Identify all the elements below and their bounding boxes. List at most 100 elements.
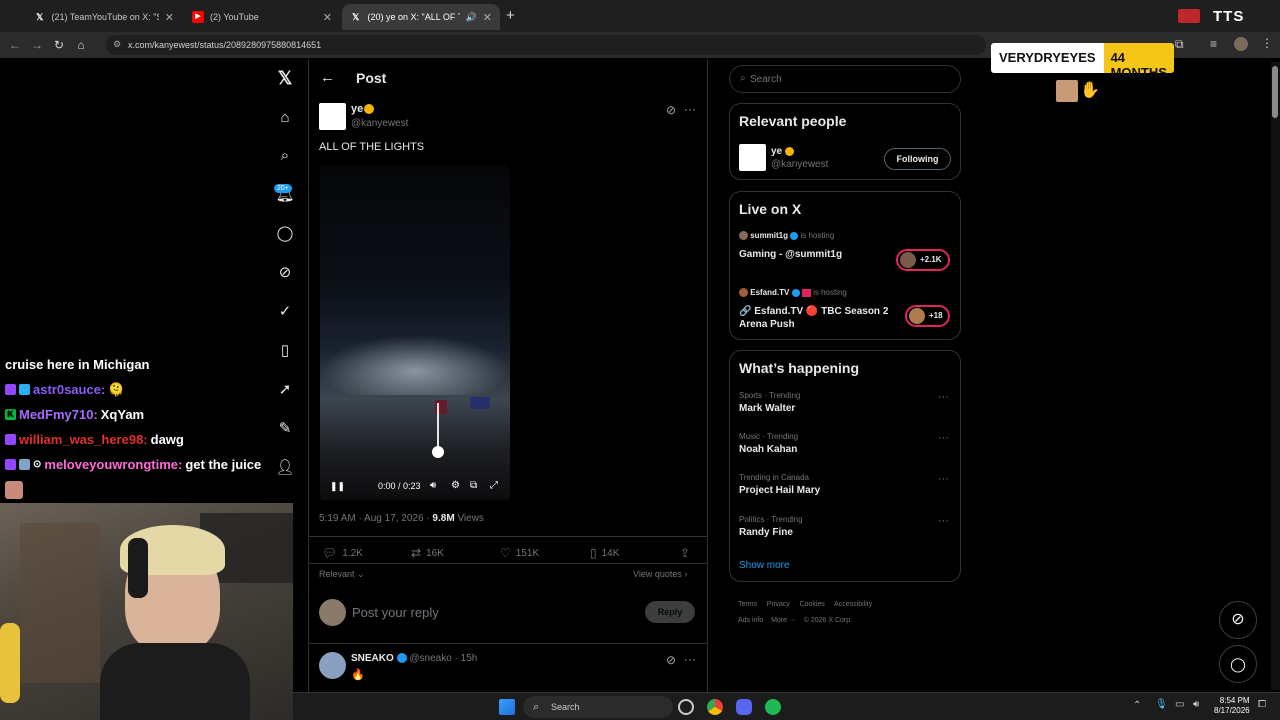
volume-tray-icon[interactable]: 🔊︎ bbox=[1193, 699, 1199, 710]
more-options-icon[interactable]: ··· bbox=[684, 652, 696, 666]
speaker-icon: 🔊 bbox=[465, 11, 477, 22]
reply-author-avatar[interactable] bbox=[319, 652, 346, 679]
trend-item[interactable]: Trending in Canada Project Hail Mary bbox=[739, 473, 820, 496]
reply-action[interactable]: 💬︎ 1.2K bbox=[322, 546, 363, 560]
trend-item[interactable]: Politics · Trending Randy Fine bbox=[739, 515, 803, 538]
bookmark-action[interactable]: ▯ 14K bbox=[590, 546, 619, 560]
footer-cookies[interactable]: Cookies bbox=[799, 601, 824, 608]
notifications-tray-icon[interactable]: ⧠ bbox=[1258, 699, 1266, 710]
site-info-icon[interactable]: ⚙ bbox=[113, 39, 121, 50]
trend-item[interactable]: Sports · Trending Mark Walter bbox=[739, 391, 800, 414]
app-icon[interactable] bbox=[678, 699, 694, 715]
close-icon[interactable]: ✕ bbox=[165, 11, 174, 24]
picture-in-picture-icon[interactable]: ⧉ bbox=[470, 480, 477, 491]
media-control-icon[interactable]: ≡ bbox=[1210, 37, 1217, 51]
reply-author-name[interactable]: SNEAKO bbox=[351, 653, 394, 664]
trend-more-icon[interactable]: ··· bbox=[938, 515, 949, 527]
edit-post-icon[interactable]: ✎ bbox=[274, 418, 296, 440]
verified-orgs-icon[interactable]: ✓ bbox=[274, 301, 296, 323]
profile-icon[interactable]: 👤︎ bbox=[274, 457, 296, 479]
trend-more-icon[interactable]: ··· bbox=[938, 391, 949, 403]
tray-chevron-icon[interactable]: ⌃ bbox=[1133, 700, 1141, 711]
show-more-link[interactable]: Show more bbox=[739, 560, 790, 571]
current-user-avatar[interactable] bbox=[319, 599, 346, 626]
more-options-icon[interactable]: ··· bbox=[684, 102, 696, 116]
spotify-icon[interactable] bbox=[765, 699, 781, 715]
grok-icon[interactable]: ⊘ bbox=[274, 262, 296, 284]
pause-icon[interactable]: ❚❚ bbox=[330, 481, 345, 492]
person-name[interactable]: ye bbox=[771, 146, 782, 157]
person-handle[interactable]: @kanyewest bbox=[771, 159, 828, 170]
new-tab-button[interactable]: + bbox=[506, 7, 515, 24]
footer-accessibility[interactable]: Accessibility bbox=[834, 601, 872, 608]
search-box[interactable]: ⌕ bbox=[729, 65, 961, 93]
volume-slider-knob[interactable] bbox=[432, 446, 444, 458]
trend-more-icon[interactable]: ··· bbox=[938, 432, 949, 444]
chrome-icon[interactable] bbox=[707, 699, 723, 715]
grok-float-icon[interactable]: ⊘ bbox=[1219, 601, 1257, 639]
extensions-icon[interactable]: ⧉ bbox=[1175, 37, 1184, 52]
forward-icon[interactable]: → bbox=[26, 38, 48, 52]
repost-action[interactable]: ⇄ 16K bbox=[411, 546, 444, 560]
volume-icon[interactable]: 🔊︎ bbox=[430, 480, 436, 491]
fullscreen-icon[interactable]: ⤢ bbox=[490, 480, 498, 491]
network-icon[interactable]: ▭ bbox=[1175, 699, 1184, 710]
grok-explain-icon[interactable]: ⊘ bbox=[666, 103, 676, 117]
scrollbar-thumb[interactable] bbox=[1272, 66, 1278, 118]
reply-button[interactable]: Reply bbox=[645, 601, 695, 623]
trend-item[interactable]: Music · Trending Noah Kahan bbox=[739, 432, 798, 455]
host-name[interactable]: summit1g bbox=[750, 231, 788, 240]
home-icon[interactable]: ⌂ bbox=[274, 107, 296, 129]
footer-ads-info[interactable]: Ads info bbox=[738, 617, 763, 624]
live-item-title[interactable]: Gaming - @summit1g bbox=[739, 249, 889, 260]
explore-search-icon[interactable]: ⌕ bbox=[274, 145, 296, 167]
profile-avatar[interactable] bbox=[1234, 37, 1248, 51]
person-avatar[interactable] bbox=[739, 144, 766, 171]
footer-more[interactable]: More ··· bbox=[771, 617, 796, 624]
following-button[interactable]: Following bbox=[884, 148, 951, 170]
reload-icon[interactable]: ↻ bbox=[48, 38, 70, 52]
reply-author-handle[interactable]: @sneako bbox=[409, 653, 451, 664]
view-quotes-link[interactable]: View quotes › bbox=[633, 569, 687, 579]
author-name[interactable]: ye bbox=[351, 103, 363, 115]
tab-teamyoutube[interactable]: 𝕏 (21) TeamYouTube on X: "Startin ✕ bbox=[26, 4, 182, 30]
messages-float-icon[interactable]: ◯ bbox=[1219, 645, 1257, 683]
tab-ye-post[interactable]: 𝕏 (20) ye on X: "ALL OF THE L 🔊 ✕ bbox=[342, 4, 500, 30]
taskbar-search[interactable]: ⌕ Search bbox=[523, 696, 673, 718]
sub-username: VERYDRYEYES bbox=[991, 43, 1104, 73]
share-action[interactable]: ⇪ bbox=[680, 546, 690, 560]
back-arrow-icon[interactable]: ← bbox=[320, 69, 335, 86]
settings-icon[interactable]: ⚙ bbox=[451, 480, 460, 491]
host-name[interactable]: Esfand.TV bbox=[750, 288, 789, 297]
address-bar[interactable]: ⚙ x.com/kanyewest/status/208928097588081… bbox=[106, 35, 986, 55]
live-listener-count[interactable]: +18 bbox=[905, 305, 950, 327]
home-icon[interactable]: ⌂ bbox=[70, 38, 92, 52]
mic-icon[interactable]: 🎙︎ bbox=[1155, 699, 1168, 710]
trend-more-icon[interactable]: ··· bbox=[938, 473, 949, 485]
live-item-title[interactable]: 🔗 Esfand.TV 🔴 TBC Season 2 Arena Push bbox=[739, 305, 894, 331]
tab-youtube[interactable]: ▶ (2) YouTube ✕ bbox=[184, 4, 340, 30]
like-action[interactable]: ♡ 151K bbox=[500, 546, 539, 560]
page-scrollbar[interactable] bbox=[1271, 62, 1280, 690]
grok-explain-icon[interactable]: ⊘ bbox=[666, 653, 676, 667]
reply-input[interactable]: Post your reply bbox=[352, 605, 439, 620]
close-icon[interactable]: ✕ bbox=[323, 11, 332, 24]
discord-icon[interactable] bbox=[736, 699, 752, 715]
browser-menu-icon[interactable]: ⋮ bbox=[1261, 36, 1273, 50]
sort-replies-dropdown[interactable]: Relevant ⌄ bbox=[319, 569, 365, 580]
jobs-rocket-icon[interactable]: ➚ bbox=[274, 379, 296, 401]
footer-privacy[interactable]: Privacy bbox=[767, 601, 790, 608]
x-home-logo-icon[interactable]: 𝕏 bbox=[274, 67, 296, 89]
post-video-player[interactable]: ❚❚ 0:00 / 0:23 🔊︎ ⚙ ⧉ ⤢ bbox=[320, 165, 510, 500]
windows-start-icon[interactable] bbox=[499, 699, 515, 715]
bookmarks-icon[interactable]: ▯ bbox=[274, 340, 296, 362]
taskbar-clock[interactable]: 8:54 PM 8/17/2026 bbox=[1214, 696, 1250, 716]
back-icon[interactable]: ← bbox=[4, 38, 26, 52]
footer-terms[interactable]: Terms bbox=[738, 601, 757, 608]
author-handle[interactable]: @kanyewest bbox=[351, 118, 408, 129]
author-avatar[interactable] bbox=[319, 103, 346, 130]
search-input[interactable] bbox=[750, 71, 950, 87]
close-icon[interactable]: ✕ bbox=[483, 11, 492, 24]
messages-icon[interactable]: ◯ bbox=[274, 223, 296, 245]
live-listener-count[interactable]: +2.1K bbox=[896, 249, 950, 271]
